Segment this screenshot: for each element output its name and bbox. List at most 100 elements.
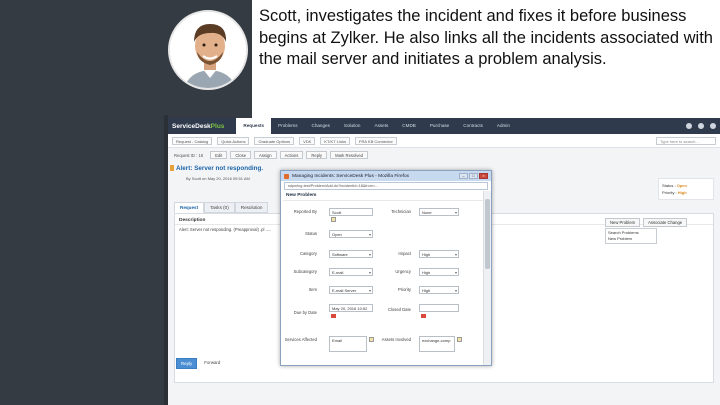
technician-select[interactable]: None	[419, 208, 459, 216]
request-tabs: Request Tasks (0) Resolution	[174, 202, 269, 213]
closed-date-label: Closed Date	[387, 307, 411, 312]
request-action-bar: Request ID : 18 Edit Close Assign Action…	[168, 148, 720, 162]
services-affected-label: Services Affected	[284, 337, 317, 342]
close-icon[interactable]: ×	[479, 173, 488, 179]
topbar-icons	[686, 123, 716, 129]
associate-change-button[interactable]: Associate Change	[643, 218, 688, 227]
services-affected-field[interactable]: Email	[329, 336, 367, 352]
nav-assets[interactable]: Assets	[368, 118, 396, 134]
calendar-icon[interactable]	[331, 314, 336, 318]
assets-involved-label: Assets Involved	[381, 337, 411, 342]
help-icon[interactable]	[686, 123, 692, 129]
toolbar-select-options[interactable]: Graduate Options	[254, 136, 295, 145]
slide: Scott, investigates the incident and fix…	[0, 0, 720, 405]
new-problem-popup: Managing Incidents: ServiceDesk Plus - M…	[280, 170, 492, 366]
mark-resolved-button[interactable]: Mark Resolved	[330, 151, 369, 159]
forward-button[interactable]: Forward	[200, 358, 224, 369]
reply-row: Reply Forward	[176, 358, 224, 369]
toolbar-select-connector[interactable]: FRA KB Connector	[355, 136, 397, 145]
calendar-icon[interactable]	[421, 314, 426, 318]
description-title: Description	[179, 218, 206, 223]
technician-label: Technician	[391, 209, 411, 214]
impact-label: Impact	[398, 251, 411, 256]
assets-lookup-icon[interactable]	[457, 337, 462, 342]
status-select[interactable]: Open	[329, 230, 373, 238]
servicedesk-window: ServiceDeskPlus Requests Problems Change…	[168, 118, 720, 405]
status-panel: Status : Open Priority : High	[658, 178, 714, 200]
lookup-icon[interactable]	[331, 217, 336, 222]
alert-icon	[170, 165, 174, 171]
close-button[interactable]: Close	[230, 151, 252, 159]
priority-value: High	[677, 190, 687, 195]
toolbar-select-links[interactable]: KT/KT Links	[320, 136, 351, 145]
logo-plus: Plus	[210, 122, 225, 130]
new-problem-form: New Problem Reported By Scott Technician…	[283, 191, 483, 365]
nav-requests[interactable]: Requests	[236, 118, 272, 134]
toolbar-select-catalog[interactable]: Request - Catalog	[172, 136, 213, 145]
dropdown-new-problem[interactable]: New Problem	[608, 236, 654, 242]
status-label: Status :	[662, 183, 676, 188]
reply-action-button[interactable]: Reply	[306, 151, 328, 159]
problem-dropdown: Search Problems New Problem	[605, 228, 657, 244]
request-id: Request ID : 18	[174, 152, 204, 158]
user-icon[interactable]	[710, 123, 716, 129]
category-select[interactable]: Software	[329, 250, 373, 258]
closed-date-field[interactable]	[419, 304, 459, 312]
nav-problems[interactable]: Problems	[271, 118, 304, 134]
top-nav-bar: ServiceDeskPlus Requests Problems Change…	[168, 118, 720, 134]
popup-url-bar[interactable]: sdpmlng-test/Problem/Add.do?incidentId=1…	[284, 182, 488, 190]
subcategory-label: Subcategory	[293, 269, 317, 274]
problem-actions: New Problem Associate Change	[605, 218, 688, 227]
subcategory-select[interactable]: E-mail	[329, 268, 373, 276]
nav-purchase[interactable]: Purchase	[423, 118, 456, 134]
new-problem-button[interactable]: New Problem	[605, 218, 641, 227]
toolbar-select-vdk[interactable]: VDK	[299, 136, 316, 145]
settings-icon[interactable]	[698, 123, 704, 129]
nav-solution[interactable]: Solution	[337, 118, 368, 134]
popup-title-bar: Managing Incidents: ServiceDesk Plus - M…	[281, 171, 491, 181]
scrollbar-thumb[interactable]	[485, 199, 490, 269]
priority-label: Priority :	[662, 190, 677, 195]
tab-resolution[interactable]: Resolution	[234, 202, 269, 213]
popup-title: Managing Incidents: ServiceDesk Plus - M…	[292, 173, 410, 179]
status-field-label: Status	[305, 231, 317, 236]
global-search-input[interactable]: Type here to search...	[656, 136, 716, 145]
services-lookup-icon[interactable]	[369, 337, 374, 342]
nav-changes[interactable]: Changes	[305, 118, 337, 134]
nav-admin[interactable]: Admin	[490, 118, 517, 134]
presenter-avatar	[168, 10, 248, 90]
item-select[interactable]: E-mail Server	[329, 286, 373, 294]
toolbar-select-quick-actions[interactable]: Quick Actions	[217, 136, 250, 145]
maximize-icon[interactable]: □	[469, 173, 478, 179]
app-logo: ServiceDeskPlus	[172, 123, 224, 130]
reported-by-label: Reported By	[293, 209, 317, 214]
urgency-label: Urgency	[395, 269, 411, 274]
tab-request[interactable]: Request	[174, 202, 205, 213]
reply-button[interactable]: Reply	[176, 358, 198, 369]
description-text: Alert: Server not responding. (Preapprov…	[179, 227, 272, 232]
assign-button[interactable]: Assign	[254, 151, 277, 159]
impact-select[interactable]: High	[419, 250, 459, 258]
due-date-label: Due by Date	[293, 310, 317, 315]
urgency-select[interactable]: High	[419, 268, 459, 276]
category-label: Category	[300, 251, 317, 256]
reported-by-field[interactable]: Scott	[329, 208, 373, 216]
item-label: Item	[308, 287, 317, 292]
tab-tasks[interactable]: Tasks (0)	[204, 202, 235, 213]
due-date-field[interactable]: May 20, 2016 10:52	[329, 304, 373, 312]
nav-contracts[interactable]: Contracts	[456, 118, 490, 134]
popup-scrollbar[interactable]	[483, 191, 491, 365]
edit-button[interactable]: Edit	[210, 151, 228, 159]
actions-button[interactable]: Actions	[279, 151, 304, 159]
firefox-icon	[284, 173, 289, 179]
slide-caption: Scott, investigates the incident and fix…	[259, 7, 713, 68]
assets-involved-field[interactable]: exchange-comp	[419, 336, 455, 352]
priority-field-label: Priority	[397, 287, 411, 292]
minimize-icon[interactable]: –	[459, 173, 468, 179]
logo-text: ServiceDesk	[172, 122, 211, 130]
status-value: Open	[676, 183, 687, 188]
nav-cmdb[interactable]: CMDB	[395, 118, 423, 134]
request-byline: By Scott on May 20, 2016 09:51 AM	[186, 176, 250, 181]
secondary-toolbar: Request - Catalog Quick Actions Graduate…	[168, 134, 720, 148]
priority-select[interactable]: High	[419, 286, 459, 294]
